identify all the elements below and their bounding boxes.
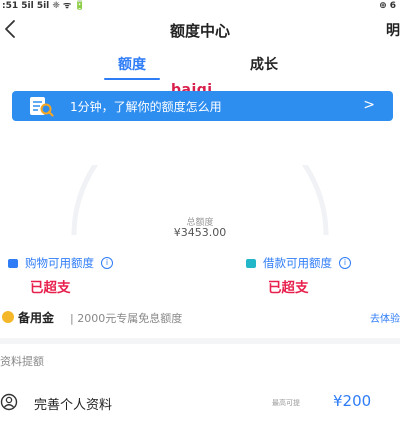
tab-active-indicator [104, 78, 160, 80]
info-icon[interactable]: i [339, 257, 351, 269]
task-row-profile[interactable]: 完善个人资料 最高可提 ¥200 [0, 388, 400, 418]
task-label: 完善个人资料 [34, 398, 113, 413]
status-right: ⊕ 6 [379, 1, 396, 11]
try-now-link[interactable]: 去体验 [370, 310, 400, 325]
section-title: 资料提额 [0, 355, 44, 368]
folder-icon [246, 258, 256, 268]
tab-bar: 额度 成长 [0, 52, 400, 80]
banner-text: 1分钟，了解你的额度怎么用 [70, 100, 222, 114]
section-divider [0, 338, 400, 344]
info-icon[interactable]: i [101, 257, 113, 269]
shopping-quota-label: 购物可用额度 [25, 256, 94, 270]
shopping-quota[interactable]: 购物可用额度 i 已超支 [8, 255, 198, 296]
nav-right-action[interactable]: 明 [386, 20, 400, 40]
wallet-icon [8, 258, 18, 268]
loan-quota-value: 已超支 [268, 280, 309, 296]
task-amount: ¥200 [333, 392, 372, 410]
status-bar: :51 5il 5il ❈ ᯤ 🔋 ⊕ 6 [0, 0, 400, 14]
status-left: :51 5il 5il ❈ ᯤ 🔋 [2, 1, 86, 11]
tab-quota[interactable]: 额度 [118, 54, 146, 74]
navbar: 额度中心 明 [0, 14, 400, 46]
reserve-title: 备用金 [18, 311, 55, 325]
reserve-fund-row[interactable]: 备用金 | 2000元专属免息额度 去体验 [0, 304, 400, 330]
task-hint: 最高可提 [272, 399, 300, 407]
person-icon [0, 393, 18, 411]
total-quota-value: ¥3453.00 [173, 226, 227, 239]
page-title: 额度中心 [169, 22, 230, 40]
chevron-right-icon: > [363, 97, 375, 113]
guide-banner[interactable]: 1分钟，了解你的额度怎么用 > [12, 91, 393, 121]
tab-growth[interactable]: 成长 [250, 54, 278, 74]
reserve-description: | 2000元专属免息额度 [70, 312, 183, 325]
loan-quota[interactable]: 借款可用额度 i 已超支 [246, 255, 400, 296]
loan-quota-label: 借款可用额度 [263, 256, 332, 270]
document-search-icon [30, 97, 54, 117]
coin-icon [2, 311, 14, 323]
shopping-quota-value: 已超支 [30, 280, 71, 296]
